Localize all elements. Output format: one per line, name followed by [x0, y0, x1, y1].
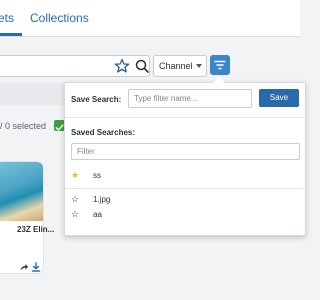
- selection-count: / 0 selected: [0, 121, 47, 131]
- search-icon[interactable]: [134, 58, 150, 74]
- channel-select[interactable]: Channel: [153, 55, 207, 77]
- share-icon[interactable]: [19, 262, 29, 272]
- filter-button[interactable]: [210, 55, 230, 75]
- saved-searches-heading: Saved Searches:: [71, 128, 136, 137]
- tab-collections[interactable]: Collections: [30, 11, 89, 25]
- asset-thumbnail[interactable]: [0, 162, 43, 221]
- download-icon[interactable]: [31, 262, 41, 272]
- popover-divider: [65, 117, 303, 118]
- save-search-label: Save Search:: [71, 95, 122, 104]
- asset-card[interactable]: [0, 162, 43, 273]
- saved-searches-filter-input[interactable]: [71, 143, 300, 160]
- channel-select-value: Channel: [159, 61, 193, 71]
- star-filled-icon[interactable]: ★: [71, 170, 79, 180]
- item-divider: [65, 188, 303, 189]
- star-outline-icon[interactable]: ☆: [71, 194, 79, 204]
- save-button[interactable]: Save: [259, 89, 299, 107]
- saved-search-name: aa: [93, 210, 102, 219]
- asset-title: 23Z Elin...: [17, 225, 55, 234]
- filter-icon: [214, 60, 226, 70]
- saved-search-name: ss: [93, 171, 101, 180]
- chevron-down-icon: [196, 64, 202, 68]
- tab-assets[interactable]: Assets: [0, 11, 22, 25]
- saved-search-name: 1.jpg: [93, 195, 111, 204]
- saved-search-item[interactable]: ★ ss: [65, 167, 303, 185]
- saved-search-item[interactable]: ☆ aa: [65, 206, 303, 224]
- popover-arrow: [213, 77, 225, 83]
- active-tab-indicator: [0, 33, 22, 36]
- save-search-star-icon[interactable]: [114, 58, 130, 74]
- filter-name-input[interactable]: [128, 89, 252, 108]
- top-navigation-bar: Assets Collections: [0, 0, 300, 37]
- star-outline-icon[interactable]: ☆: [71, 209, 79, 219]
